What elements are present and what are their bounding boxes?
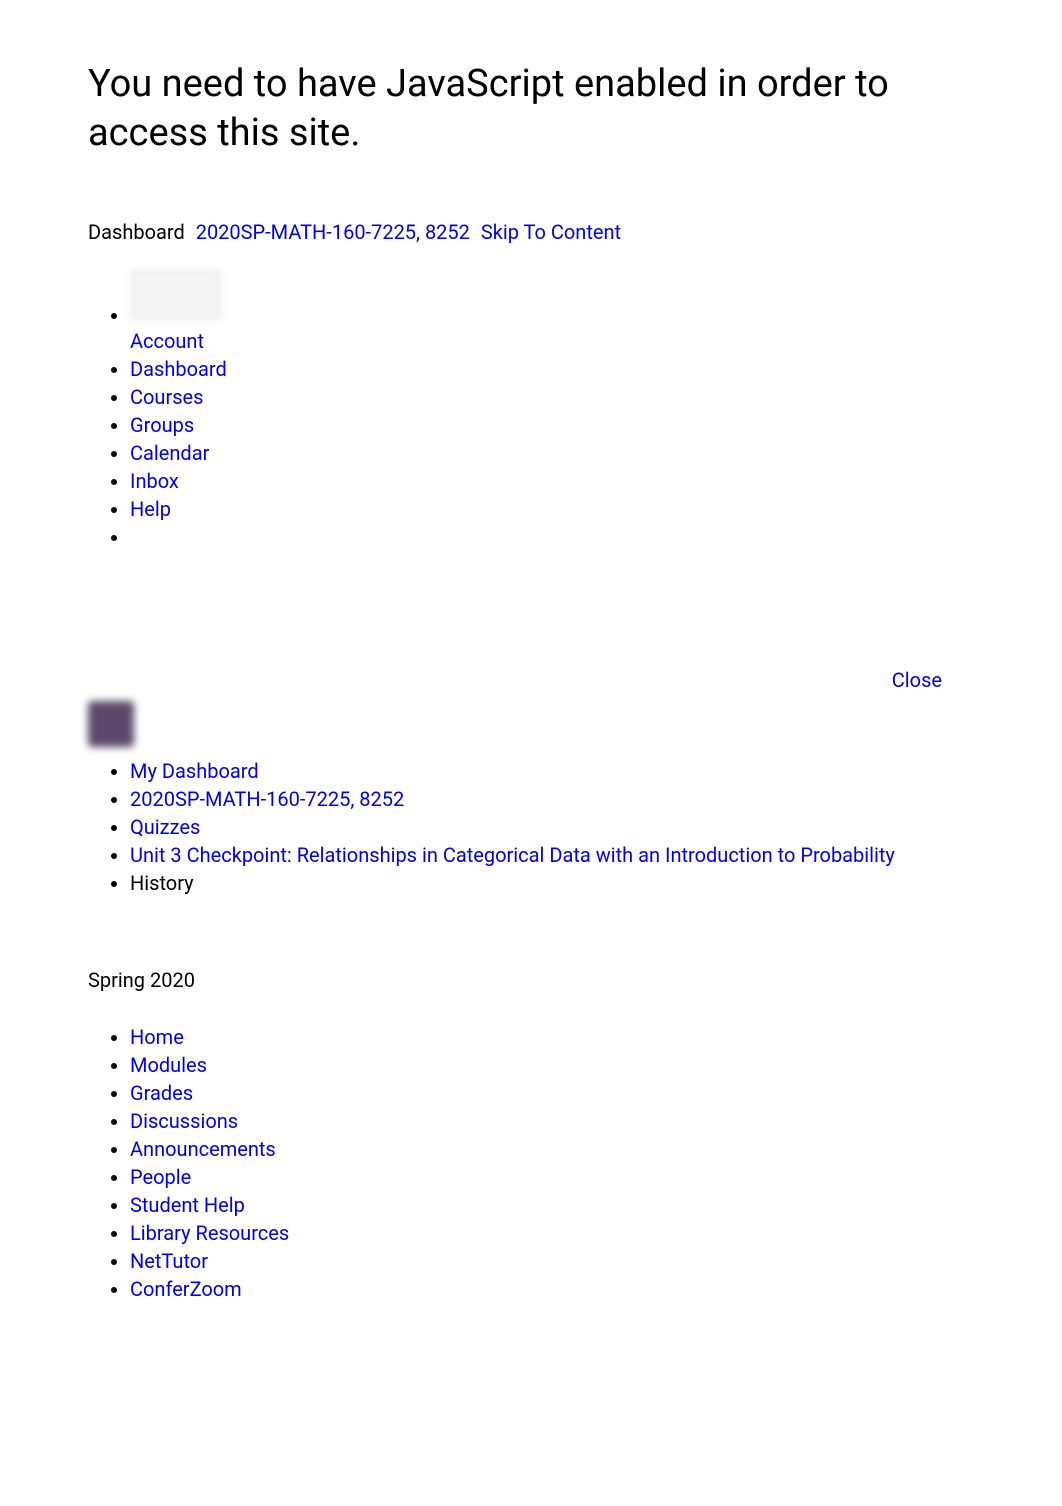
course-nav: Home Modules Grades Discussions Announce… — [60, 1023, 1002, 1303]
breadcrumb: My Dashboard 2020SP-MATH-160-7225, 8252 … — [60, 757, 1002, 897]
close-link[interactable]: Close — [892, 668, 942, 692]
course-nav-modules[interactable]: Modules — [130, 1053, 207, 1077]
page-heading: You need to have JavaScript enabled in o… — [88, 60, 974, 159]
breadcrumb-my-dashboard[interactable]: My Dashboard — [130, 759, 259, 783]
skip-to-content-link[interactable]: Skip To Content — [481, 220, 621, 244]
top-links: Dashboard 2020SP-MATH-160-7225, 8252 Ski… — [88, 219, 974, 245]
nav-calendar-link[interactable]: Calendar — [130, 441, 209, 465]
global-nav: Account Dashboard Courses Groups Calenda… — [60, 269, 1002, 547]
course-nav-library-resources[interactable]: Library Resources — [130, 1221, 289, 1245]
course-nav-people[interactable]: People — [130, 1165, 191, 1189]
nav-empty-item — [130, 523, 1002, 547]
course-nav-grades[interactable]: Grades — [130, 1081, 193, 1105]
nav-inbox-link[interactable]: Inbox — [130, 469, 179, 493]
course-icon — [88, 701, 134, 747]
breadcrumb-history: History — [130, 871, 194, 895]
nav-courses-link[interactable]: Courses — [130, 385, 203, 409]
breadcrumb-course[interactable]: 2020SP-MATH-160-7225, 8252 — [130, 787, 404, 811]
breadcrumb-quiz-title[interactable]: Unit 3 Checkpoint: Relationships in Cate… — [130, 843, 895, 867]
course-link[interactable]: 2020SP-MATH-160-7225, 8252 — [196, 220, 470, 244]
course-nav-nettutor[interactable]: NetTutor — [130, 1249, 208, 1273]
course-nav-announcements[interactable]: Announcements — [130, 1137, 276, 1161]
nav-help-link[interactable]: Help — [130, 497, 171, 521]
course-nav-student-help[interactable]: Student Help — [130, 1193, 245, 1217]
dashboard-label: Dashboard — [88, 220, 185, 244]
course-nav-discussions[interactable]: Discussions — [130, 1109, 238, 1133]
nav-account-item[interactable]: Account — [130, 269, 1002, 355]
nav-groups-link[interactable]: Groups — [130, 413, 194, 437]
nav-account-link[interactable]: Account — [130, 329, 204, 353]
course-nav-home[interactable]: Home — [130, 1025, 184, 1049]
nav-dashboard-link[interactable]: Dashboard — [130, 357, 227, 381]
term-label: Spring 2020 — [88, 967, 974, 993]
avatar-icon — [130, 270, 222, 320]
breadcrumb-quizzes[interactable]: Quizzes — [130, 815, 200, 839]
course-nav-conferzoom[interactable]: ConferZoom — [130, 1277, 242, 1301]
